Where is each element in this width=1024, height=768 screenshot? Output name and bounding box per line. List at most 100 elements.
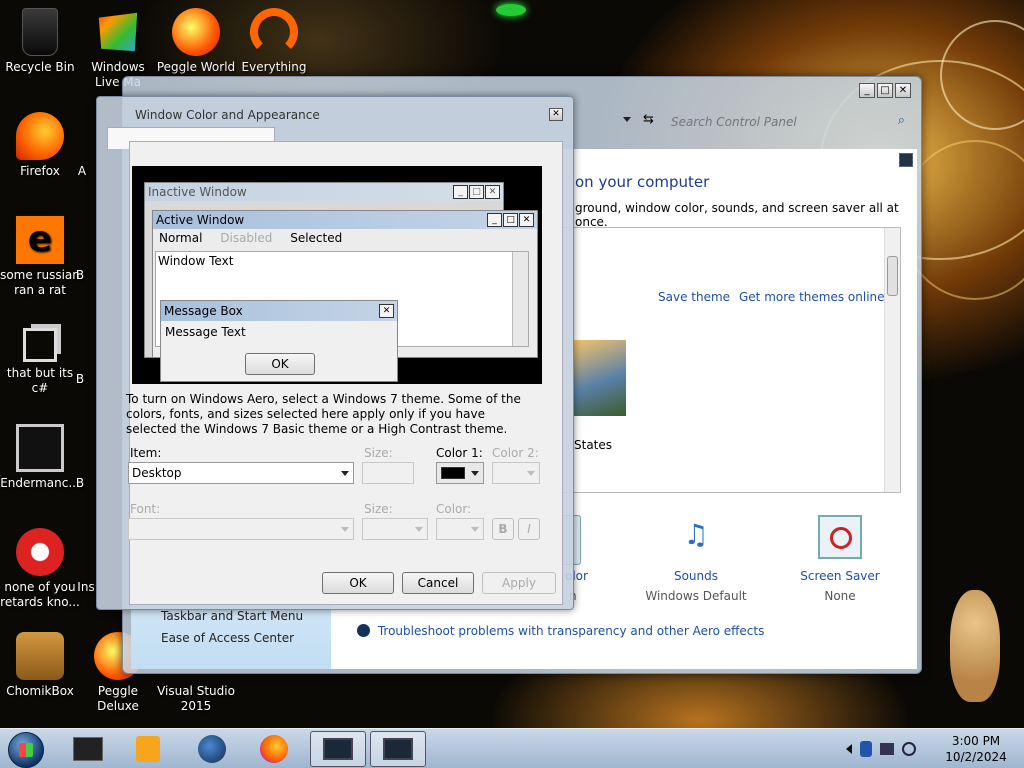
see-also-ease-of-access-link[interactable]: Ease of Access Center (161, 631, 294, 645)
shortcut-icon (23, 328, 57, 362)
taskbar-item-media-player[interactable] (120, 731, 176, 767)
desktop-icon-label: Everything (241, 60, 307, 74)
desktop-icon-russian-rat[interactable]: e some russian ran a rat (0, 216, 80, 298)
system-clock[interactable]: 3:00 PM 10/2/2024 (936, 733, 1016, 765)
window-controls: _ □ ✕ (859, 83, 911, 98)
maximize-button[interactable]: □ (877, 83, 893, 98)
taskbar: 3:00 PM 10/2/2024 (0, 728, 1024, 768)
close-icon: ✕ (379, 304, 394, 318)
taskbar-item-firefox[interactable] (246, 731, 302, 767)
system-tray (846, 737, 936, 761)
network-icon[interactable] (880, 743, 894, 755)
apply-button[interactable]: Apply (482, 572, 556, 594)
search-icon[interactable]: ⌕ (898, 113, 905, 128)
desktop-icon-chomikbox[interactable]: ChomikBox (0, 632, 80, 699)
page-heading: on your computer (575, 173, 710, 191)
window-color-appearance-dialog: Window Color and Appearance ✕ Inactive W… (96, 96, 574, 610)
font-size-label: Size: (364, 502, 393, 516)
color2-picker[interactable] (492, 462, 540, 484)
color1-label: Color 1: (436, 446, 483, 460)
hamster-gadget[interactable] (942, 590, 1008, 708)
search-input[interactable] (671, 111, 903, 133)
history-dropdown-icon[interactable] (623, 117, 631, 122)
monitor-icon (323, 738, 353, 760)
start-button[interactable] (8, 732, 44, 768)
dialog-close-button[interactable]: ✕ (549, 108, 563, 121)
font-dropdown[interactable] (128, 518, 354, 540)
partial-icon-label: B (75, 268, 85, 282)
chevron-down-icon (415, 527, 423, 532)
close-icon: ✕ (519, 213, 534, 227)
desktop-icon-label: Peggle World (156, 60, 236, 74)
monitor-icon (383, 738, 413, 760)
color1-picker[interactable] (436, 462, 484, 484)
wallpaper-green-light (496, 4, 526, 16)
minimize-button[interactable]: _ (859, 83, 875, 98)
close-button[interactable]: ✕ (895, 83, 911, 98)
sounds-label: Sounds (673, 569, 719, 583)
theme-name-label: States (574, 438, 613, 452)
troubleshoot-row[interactable]: Troubleshoot problems with transparency … (357, 623, 764, 638)
taskbar-item-personalization[interactable] (310, 731, 366, 767)
save-theme-link[interactable]: Save theme (658, 290, 730, 304)
peggle-icon (172, 8, 220, 56)
window-text: Window Text (158, 254, 234, 268)
font-size-dropdown[interactable] (362, 518, 428, 540)
desktop-icon-none-of-you[interactable]: none of you retards kno... (0, 528, 80, 610)
desktop-icon-label: Recycle Bin (5, 60, 75, 74)
help-icon[interactable] (899, 153, 913, 167)
font-label: Font: (130, 502, 161, 516)
volume-icon[interactable] (902, 742, 916, 756)
aero-description: To turn on Windows Aero, select a Window… (126, 392, 521, 436)
bluetooth-icon[interactable] (860, 741, 872, 757)
partial-icon-label: B (75, 476, 85, 490)
everything-icon (250, 8, 298, 56)
desktop-icon-recycle-bin[interactable]: Recycle Bin (0, 8, 80, 75)
message-box-title: Message Box (164, 303, 243, 318)
chevron-down-icon (471, 471, 479, 476)
desktop-icon-everything[interactable]: Everything (234, 8, 314, 75)
size-label: Size: (364, 446, 393, 460)
taskbar-item-globe[interactable] (184, 731, 240, 767)
taskbar-item-explorer[interactable] (60, 731, 116, 767)
screen-saver-icon (818, 515, 862, 559)
get-more-themes-link[interactable]: Get more themes online (739, 290, 885, 304)
bold-button[interactable]: B (492, 518, 514, 540)
partial-icon-label: B (75, 372, 85, 386)
menu-disabled: Disabled (220, 231, 273, 245)
minimize-icon: _ (487, 213, 502, 227)
screen-saver-button[interactable]: Screen Saver None (785, 515, 895, 605)
clock-time: 3:00 PM (951, 734, 1001, 748)
monitor-icon (16, 424, 64, 472)
tray-expand-icon[interactable] (846, 744, 852, 754)
chrome-icon (16, 528, 64, 576)
appearance-panel: Inactive Window _ □ ✕ Active Window _ □ … (126, 141, 563, 605)
chevron-down-icon (341, 527, 349, 532)
ok-button[interactable]: OK (322, 572, 394, 594)
item-dropdown-value: Desktop (132, 466, 182, 480)
see-also-taskbar-link[interactable]: Taskbar and Start Menu (161, 609, 303, 623)
item-label: Item: (130, 446, 162, 460)
maximize-icon: □ (503, 213, 518, 227)
item-dropdown[interactable]: Desktop (128, 462, 354, 484)
font-color-picker[interactable] (436, 518, 484, 540)
theme-list-scrollbar[interactable] (884, 228, 900, 492)
refresh-icon[interactable]: ⇆ (643, 112, 654, 127)
desktop-icon-peggle-world[interactable]: Peggle World (156, 8, 236, 75)
taskbar-item-control-panel[interactable] (370, 731, 426, 767)
scrollbar-thumb[interactable] (887, 256, 898, 296)
media-player-icon (136, 736, 160, 762)
screen-saver-value: None (824, 589, 856, 603)
troubleshoot-link[interactable]: Troubleshoot problems with transparency … (378, 624, 765, 638)
preview-ok-button: OK (245, 353, 315, 375)
recycle-bin-icon (22, 8, 58, 56)
sounds-icon: ♫ (683, 518, 709, 551)
cancel-button[interactable]: Cancel (402, 572, 474, 594)
sounds-button[interactable]: ♫ Sounds Windows Default (641, 515, 751, 605)
appearance-preview[interactable]: Inactive Window _ □ ✕ Active Window _ □ … (132, 166, 542, 384)
troubleshoot-icon (357, 624, 370, 637)
italic-button[interactable]: I (518, 518, 540, 540)
chomikbox-icon (16, 632, 64, 680)
theme-thumbnail[interactable] (574, 340, 626, 416)
size-stepper[interactable] (362, 462, 414, 484)
